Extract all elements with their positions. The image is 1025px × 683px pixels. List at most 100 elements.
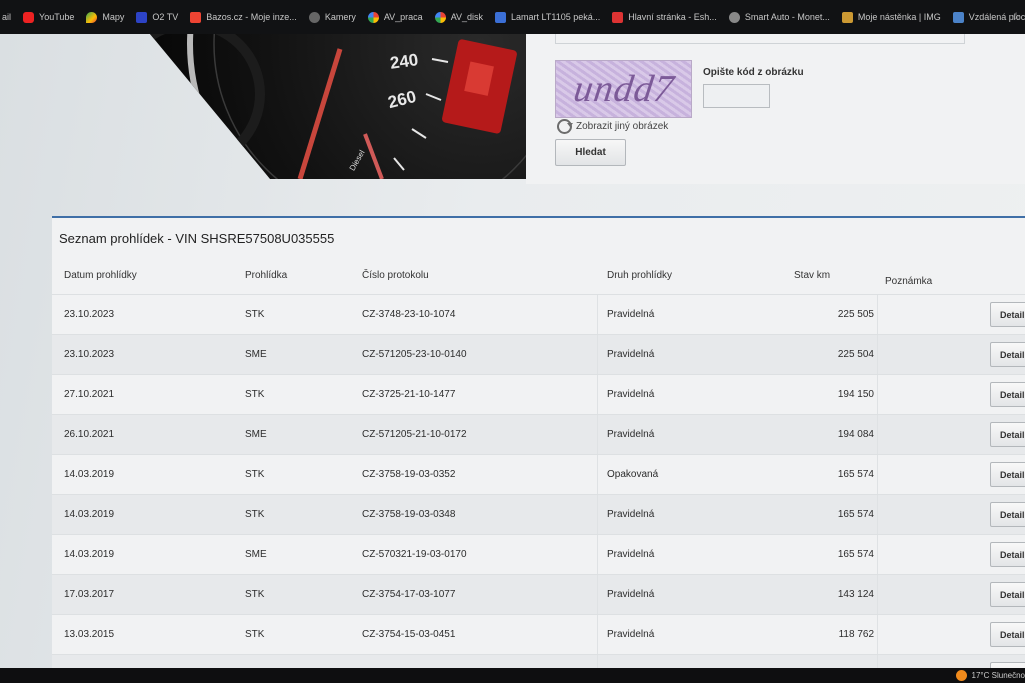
cell-km: 118 762 [838, 629, 874, 640]
cell-type: STK [245, 509, 265, 520]
bookmark-item[interactable]: Mapy [86, 11, 124, 23]
refresh-captcha-label: Zobrazit jiný obrázek [576, 121, 669, 132]
cell-km: 225 504 [837, 349, 874, 360]
bookmark-item[interactable]: AV_praca [367, 11, 423, 23]
google-icon [367, 11, 379, 23]
bookmark-item[interactable]: Kamery [308, 11, 356, 23]
refresh-icon [557, 119, 573, 134]
bookmark-label: Bazos.cz - Moje inze... [206, 12, 297, 22]
column-separator [877, 295, 878, 334]
column-separator [877, 615, 878, 654]
table-row: 26.10.2021 SME CZ-571205-21-10-0172 Pravide… [52, 414, 1025, 454]
refresh-captcha-link[interactable]: Zobrazit jiný obrázek [557, 119, 668, 134]
bookmark-label: Hlavní stránka - Esh... [628, 12, 717, 22]
bookmark-item[interactable]: YouTube [23, 11, 74, 23]
cell-km: 143 124 [837, 589, 874, 600]
cell-type: STK [245, 629, 265, 640]
cell-protocol: CZ-3748-23-10-1074 [362, 309, 456, 320]
weather-sun-icon [955, 670, 967, 681]
column-separator [877, 655, 878, 668]
cell-date: 13.03.2015 [64, 629, 115, 640]
column-header-note: Poznámka [885, 276, 933, 287]
detail-button[interactable]: Detail [990, 622, 1025, 647]
bookmark-label: O2 TV [152, 12, 179, 22]
table-row: 13.03.2015 STK CZ-3754-15-03-0451 Pravideln… [52, 614, 1025, 654]
cell-type: SME [245, 549, 267, 560]
cell-kind: Opakovaná [607, 469, 659, 480]
bazos-icon [190, 11, 202, 23]
detail-button[interactable]: Detail [990, 502, 1025, 527]
column-separator [597, 375, 598, 414]
bookmark-label: AV_disk [450, 12, 484, 22]
captcha-text: undd7 [570, 68, 677, 110]
cell-kind: Pravidelná [607, 589, 655, 600]
cell-date: 14.03.2019 [64, 549, 115, 560]
cell-km: 194 150 [837, 389, 874, 400]
bookmark-label: Kamery [324, 12, 356, 22]
bookmark-item[interactable]: Bazos.cz - Moje inze... [190, 11, 297, 23]
column-header-km: Stav km [794, 270, 831, 281]
column-separator [597, 535, 598, 574]
column-separator [597, 655, 598, 668]
hero-speedometer-image: 240 260 Diesel [150, 34, 526, 179]
table-row: 06.08.2013STKCZ-3748-13-08-0134Evidenční… [52, 654, 1025, 668]
google-icon [434, 11, 446, 23]
bookmark-label: Moje nástěnka | IMG [857, 12, 941, 22]
bookmark-item[interactable]: O2 TV [136, 11, 179, 23]
detail-button[interactable]: Detail [990, 422, 1025, 447]
column-separator [597, 295, 598, 334]
cell-protocol: CZ-3758-19-03-0352 [362, 469, 456, 480]
column-separator [877, 535, 878, 574]
table-row: 27.10.2021 STK CZ-3725-21-10-1477 Pravideln… [52, 374, 1025, 414]
weather-widget[interactable]: 17°C Slunečno [955, 668, 1025, 683]
youtube-icon [23, 11, 35, 23]
weather-text: 17°C Slunečno [971, 671, 1025, 680]
camera-icon [308, 11, 320, 23]
cell-date: 17.03.2017 [64, 589, 115, 600]
cell-date: 26.10.2021 [64, 429, 115, 440]
board-icon [841, 11, 853, 23]
bookmarks-bar: ail YouTube Mapy O2 TV Bazos.cz - Moje inze.… [0, 0, 1025, 34]
cell-kind: Pravidelná [607, 349, 655, 360]
cell-type: STK [245, 589, 265, 600]
cell-protocol: CZ-3725-21-10-1477 [362, 389, 456, 400]
cell-protocol: CZ-570321-19-03-0170 [362, 549, 467, 560]
cell-protocol: CZ-571205-21-10-0172 [362, 429, 467, 440]
detail-button[interactable]: Detail [990, 462, 1025, 487]
bookmark-item[interactable]: Lamart LT1105 peká... [495, 11, 600, 23]
column-header-protocol: Číslo protokolu [362, 270, 429, 281]
column-separator [877, 335, 878, 374]
detail-button[interactable]: Detail [990, 542, 1025, 567]
bookmark-item[interactable]: AV_disk [434, 11, 484, 23]
search-button[interactable]: Hledat [555, 139, 626, 166]
detail-button[interactable]: Detail [990, 582, 1025, 607]
taskbar: 17°C Slunečno [0, 668, 1025, 683]
cell-kind: Pravidelná [607, 389, 655, 400]
table-row: 23.10.2023 SME CZ-571205-23-10-0140 Pravide… [52, 334, 1025, 374]
column-separator [597, 335, 598, 374]
cell-km: 165 574 [837, 469, 874, 480]
column-separator [597, 575, 598, 614]
cell-type: STK [245, 309, 265, 320]
column-header-type: Prohlídka [245, 270, 288, 281]
column-header-kind: Druh prohlídky [607, 270, 673, 281]
cell-type: SME [245, 349, 267, 360]
bookmark-item[interactable]: Smart Auto - Monet... [728, 11, 830, 23]
cell-date: 23.10.2023 [64, 349, 115, 360]
bookmark-star-icon[interactable]: ☆ [1011, 10, 1021, 23]
cell-type: STK [245, 469, 265, 480]
bookmark-item[interactable]: Moje nástěnka | IMG [841, 11, 941, 23]
detail-button[interactable]: Detail [990, 342, 1025, 367]
cell-km: 165 574 [837, 549, 874, 560]
eshop-icon [612, 11, 624, 23]
column-separator [877, 415, 878, 454]
captcha-input[interactable] [703, 84, 770, 108]
detail-button[interactable]: Detail [990, 302, 1025, 327]
cell-protocol: CZ-3754-17-03-1077 [362, 589, 456, 600]
bookmark-item[interactable]: ail [2, 12, 11, 22]
bookmark-item[interactable]: Hlavní stránka - Esh... [612, 11, 717, 23]
detail-button[interactable]: Detail [990, 382, 1025, 407]
cell-kind: Pravidelná [607, 549, 655, 560]
table-row: 14.03.2019 STK CZ-3758-19-03-0348 Pravideln… [52, 494, 1025, 534]
column-separator [597, 455, 598, 494]
